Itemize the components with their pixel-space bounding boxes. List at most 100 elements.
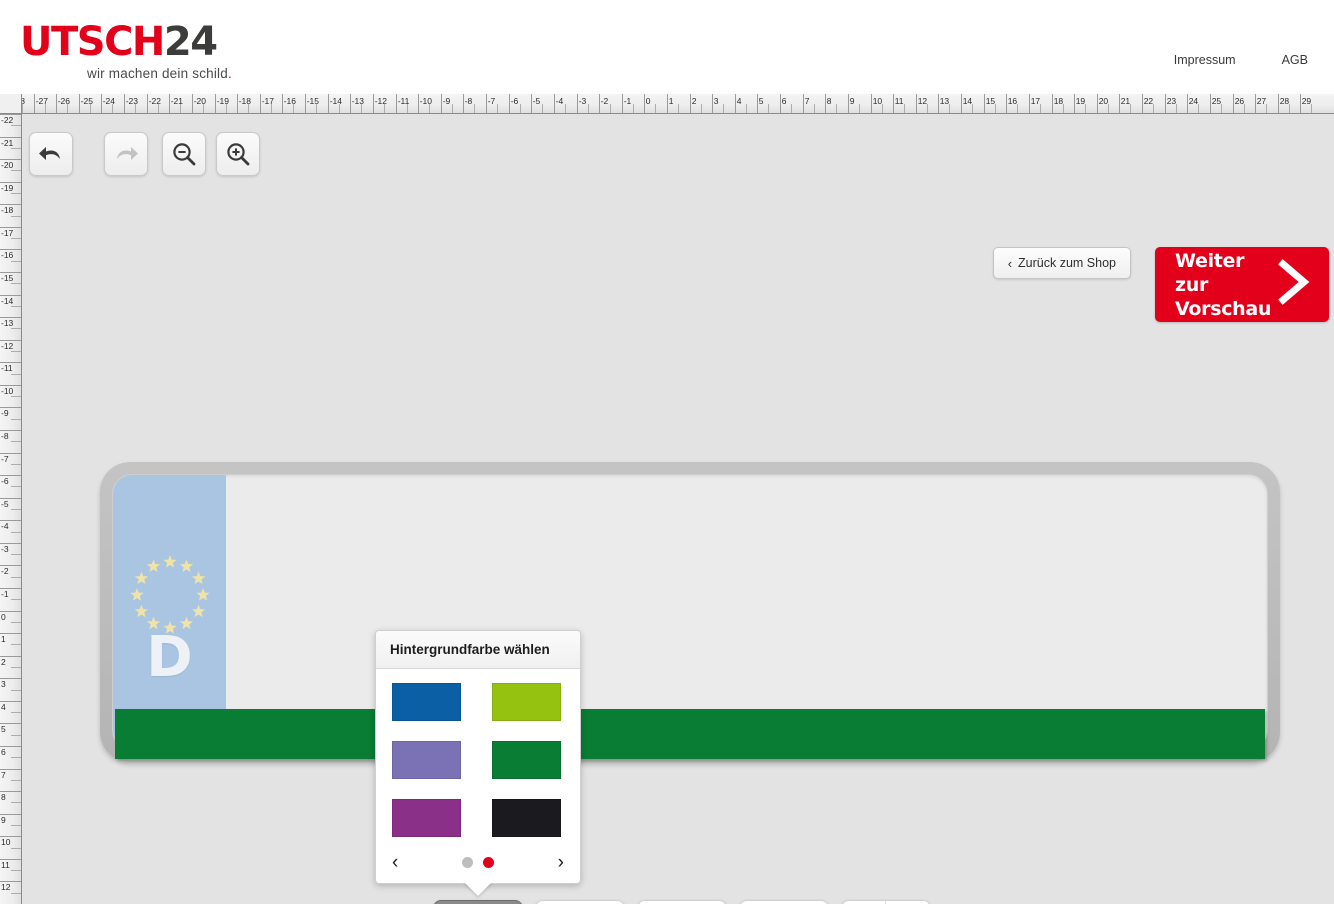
ruler-label: -8: [1, 431, 9, 441]
ruler-label: -8: [464, 96, 473, 106]
logo-wordmark: UTSCH24: [20, 22, 250, 62]
swatch-blue[interactable]: [392, 683, 461, 721]
ruler-tick-minor: [11, 621, 21, 623]
background-color-object[interactable]: [115, 709, 1265, 759]
ruler-tick: [1073, 94, 1075, 113]
horizontal-ruler: -28-27-26-25-24-23-22-21-20-19-18-17-16-…: [0, 94, 1334, 114]
ruler-tick-minor: [11, 599, 21, 601]
ruler-tick-minor: [11, 892, 21, 894]
ruler-label: 10: [872, 96, 883, 106]
ruler-tick-minor: [768, 104, 769, 113]
ruler-label: 22: [1143, 96, 1154, 106]
ruler-label: -17: [261, 96, 274, 106]
logo-tagline-text: wir machen dein schild: [87, 66, 228, 81]
nav-impressum[interactable]: Impressum: [1174, 53, 1236, 67]
ruler-label: -13: [1, 318, 14, 329]
ruler-label: -20: [1, 160, 14, 171]
continue-to-preview-button[interactable]: Weiter zur Vorschau: [1155, 247, 1329, 322]
tool-hintergrund[interactable]: Hintergrund: [433, 900, 523, 904]
pagination-next-button[interactable]: ›: [558, 853, 564, 872]
ruler-tick-minor: [11, 667, 21, 668]
zoom-out-button[interactable]: [162, 132, 206, 176]
tool-text[interactable]: A Text: [535, 900, 625, 904]
editor-app: UTSCH24 wir machen dein schild. Impressu…: [0, 0, 1334, 904]
ruler-label: 28: [1279, 96, 1290, 106]
ruler-tick: [462, 94, 464, 113]
nav-agb[interactable]: AGB: [1282, 53, 1308, 67]
ruler-tick: [508, 94, 510, 113]
ruler-label: -1: [1, 589, 9, 599]
ruler-label: 7: [1, 769, 6, 780]
redo-button[interactable]: [104, 132, 148, 176]
ruler-label: -11: [1, 363, 13, 374]
undo-button[interactable]: [29, 132, 73, 176]
popover-pagination: ‹ ›: [376, 841, 580, 883]
ruler-label: -15: [306, 96, 319, 106]
ruler-label: -17: [1, 227, 14, 238]
pagination-dots: [462, 856, 494, 868]
ruler-label: 13: [939, 96, 950, 106]
ruler-tick-minor: [11, 825, 21, 826]
ruler-tick: [168, 94, 170, 113]
ruler-label: -16: [1, 250, 14, 261]
ruler-label: 1: [1, 634, 6, 645]
ruler-tick-minor: [11, 576, 21, 578]
ruler-tick-minor: [11, 305, 21, 307]
design-canvas[interactable]: ‹ Zurück zum Shop Weiter zur Vorschau D: [22, 114, 1334, 904]
ruler-label: -12: [374, 96, 387, 106]
ruler-label: -27: [35, 96, 48, 106]
ruler-tick-minor: [11, 554, 21, 556]
ruler-tick: [756, 94, 758, 113]
ruler-tick: [779, 94, 781, 113]
ruler-label: 1: [668, 96, 674, 106]
ruler-tick-minor: [497, 104, 498, 113]
ruler-label: -22: [148, 96, 161, 106]
site-header: UTSCH24 wir machen dein schild. Impressu…: [0, 0, 1334, 94]
tool-objekte[interactable]: Objekte: [739, 900, 829, 904]
ruler-label: 7: [804, 96, 810, 106]
ruler-label: 29: [1301, 96, 1312, 106]
ruler-label: -16: [283, 96, 296, 106]
ruler-tick-minor: [520, 104, 521, 113]
pagination-dot-1[interactable]: [462, 856, 473, 868]
swatch-black[interactable]: [492, 799, 561, 837]
ruler-tick-minor: [678, 104, 679, 113]
ruler-label: -12: [1, 340, 14, 351]
ruler-label: 16: [1007, 96, 1018, 106]
color-swatch-grid: [376, 669, 580, 841]
ruler-label: 5: [758, 96, 764, 106]
pagination-prev-button[interactable]: ‹: [392, 853, 398, 872]
tool-bild-grafik[interactable]: Bild & Grafik: [637, 900, 727, 904]
ruler-tick: [1254, 94, 1256, 113]
swatch-green[interactable]: [492, 741, 561, 779]
ruler-label: -20: [193, 96, 206, 106]
ruler-tick: [915, 94, 917, 113]
zoom-in-button[interactable]: [216, 132, 260, 176]
ruler-tick-minor: [11, 351, 21, 352]
ruler-tick: [417, 94, 419, 113]
swatch-magenta[interactable]: [392, 799, 461, 837]
ruler-label: 2: [691, 96, 697, 106]
ruler-tick: [78, 94, 80, 113]
ruler-tick-minor: [904, 104, 905, 113]
ruler-label: -13: [351, 96, 364, 106]
undo-icon: [38, 142, 64, 166]
ruler-tick-minor: [814, 104, 815, 113]
ruler-label: -3: [578, 96, 587, 106]
site-logo[interactable]: UTSCH24 wir machen dein schild.: [20, 22, 250, 81]
back-to-shop-button[interactable]: ‹ Zurück zum Shop: [992, 247, 1131, 279]
ruler-tick-minor: [11, 486, 21, 488]
ruler-label: 9: [1, 814, 6, 825]
swatch-violet[interactable]: [392, 741, 461, 779]
ruler-label: 3: [713, 96, 719, 106]
ruler-tick-minor: [11, 328, 21, 330]
ruler-tick-minor: [655, 104, 656, 113]
ruler-label: 12: [1, 882, 11, 893]
ruler-tick-minor: [633, 104, 634, 113]
swatch-lime[interactable]: [492, 683, 561, 721]
pagination-dot-2[interactable]: [483, 856, 494, 868]
ruler-tick-minor: [791, 104, 792, 113]
ruler-label: 0: [645, 96, 651, 106]
ruler-tick: [530, 94, 532, 113]
ruler-tick-minor: [452, 104, 453, 113]
